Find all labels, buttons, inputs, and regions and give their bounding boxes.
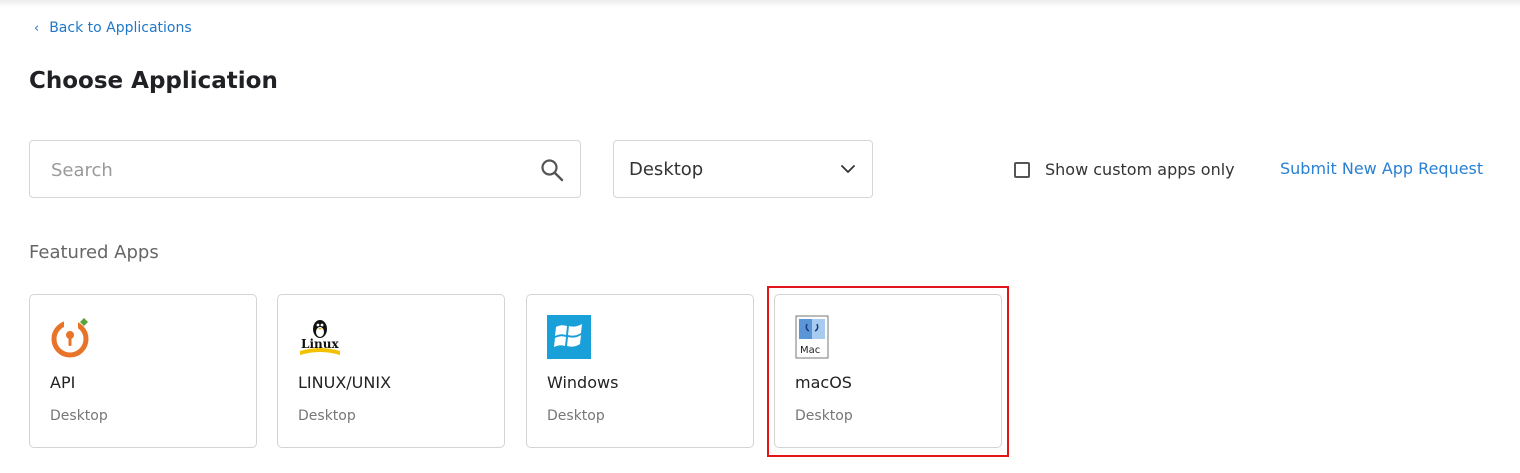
api-key-icon	[51, 318, 89, 358]
custom-apps-toggle[interactable]: Show custom apps only	[1014, 160, 1235, 179]
app-card-name: Windows	[547, 373, 619, 392]
custom-apps-label: Show custom apps only	[1045, 160, 1235, 179]
linux-logo-text: Linux	[301, 337, 339, 351]
back-to-applications-link[interactable]: ‹ Back to Applications	[34, 20, 192, 36]
app-card-name: API	[50, 373, 76, 392]
page-title: Choose Application	[29, 68, 278, 94]
windows-logo-icon	[547, 315, 591, 359]
app-card-name: LINUX/UNIX	[298, 373, 392, 392]
app-card-category: Desktop	[795, 408, 853, 424]
top-shadow	[0, 0, 1520, 8]
search-box	[29, 140, 581, 199]
platform-select-value: Desktop	[629, 159, 704, 180]
submit-new-app-request-link[interactable]: Submit New App Request	[1280, 159, 1483, 178]
platform-select[interactable]: Desktop	[613, 140, 873, 198]
chevron-left-icon: ‹	[34, 20, 40, 36]
app-card-name: macOS	[795, 373, 852, 392]
app-card-category: Desktop	[547, 408, 605, 424]
search-input[interactable]	[49, 141, 523, 199]
chevron-down-icon	[841, 165, 855, 173]
app-card-api[interactable]: API Desktop	[29, 294, 257, 448]
app-card-macos[interactable]: Mac macOS Desktop	[774, 294, 1002, 448]
custom-apps-checkbox[interactable]	[1014, 161, 1030, 178]
app-card-windows[interactable]: Windows Desktop	[526, 294, 754, 448]
back-link-label: Back to Applications	[49, 20, 192, 36]
mac-finder-icon: Mac	[795, 315, 829, 359]
search-icon[interactable]	[540, 158, 564, 182]
app-card-category: Desktop	[298, 408, 356, 424]
featured-apps-heading: Featured Apps	[29, 242, 159, 263]
app-card-linux-unix[interactable]: Linux LINUX/UNIX Desktop	[277, 294, 505, 448]
mac-logo-text: Mac	[800, 345, 820, 356]
app-card-category: Desktop	[50, 408, 108, 424]
linux-penguin-icon: Linux	[300, 320, 340, 355]
